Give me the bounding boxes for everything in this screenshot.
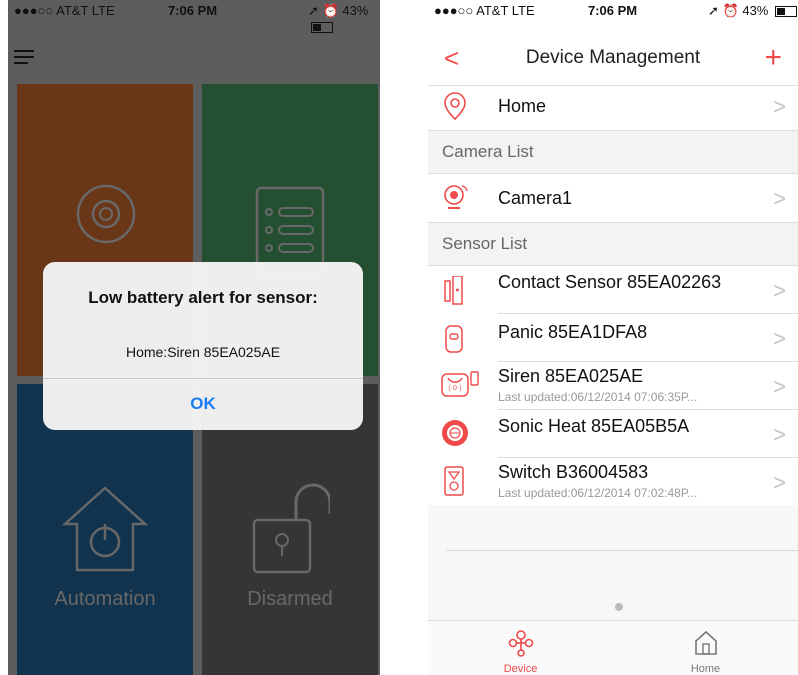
list-item[interactable]: Camera1 > — [428, 174, 798, 222]
tab-device-label: Device — [503, 663, 538, 675]
alert-message: Home:Siren 85EA025AE — [125, 344, 281, 360]
battery-percent: 43% — [742, 3, 769, 18]
chevron-right-icon: > — [773, 422, 786, 447]
battery-icon — [311, 22, 333, 34]
location-arrow-icon: ➚ — [708, 3, 719, 18]
list-item[interactable]: Contact Sensor 85EA02263 > — [428, 266, 798, 313]
alert-ok-button[interactable]: OK — [43, 378, 363, 430]
smoke-heat-detector-icon — [442, 420, 468, 446]
battery-status: ➚ ⏰ 43% — [708, 3, 797, 19]
sensor-name: Siren 85EA025AE — [498, 366, 644, 386]
tab-device[interactable]: Device — [428, 621, 613, 675]
svg-text:(·0·): (·0·) — [448, 385, 461, 392]
battery-status: ➚ ⏰ 43% — [308, 3, 380, 34]
camera-icon — [444, 185, 468, 209]
battery-icon — [775, 6, 797, 18]
chevron-right-icon: > — [773, 374, 786, 399]
siren-icon: (·0·) — [441, 371, 479, 397]
battery-percent: 43% — [342, 3, 369, 18]
home-screen: Automation Disarmed ●●●○○ AT&T LTE 7:06 … — [8, 0, 380, 675]
location-arrow-icon: ➚ — [308, 3, 319, 18]
smart-switch-icon — [444, 466, 464, 496]
home-row-label: Home — [498, 96, 547, 116]
low-battery-alert: Low battery alert for sensor: Home:Siren… — [43, 262, 363, 430]
sensor-name: Switch B36004583 — [498, 462, 649, 482]
add-device-button[interactable]: + — [764, 41, 782, 75]
row-divider — [446, 550, 798, 551]
carrier-text: ●●●○○ AT&T LTE — [14, 3, 115, 18]
last-updated-text: Last updated:06/12/2014 07:02:48P... — [498, 486, 698, 500]
alarm-icon: ⏰ — [322, 3, 339, 18]
clock-text: 7:06 PM — [168, 3, 218, 18]
last-updated-text: Last updated:06/12/2014 07:06:35P... — [498, 390, 698, 404]
camera-list-header: Camera List — [428, 130, 798, 174]
hamburger-menu-icon[interactable] — [14, 50, 34, 66]
sensor-name: Panic 85EA1DFA8 — [498, 322, 648, 342]
tab-bar: Device Home — [428, 620, 798, 675]
panic-button-icon — [445, 325, 463, 353]
sensor-list-title: Sensor List — [442, 234, 528, 253]
camera-list-title: Camera List — [442, 142, 534, 161]
empty-list-area — [428, 505, 798, 620]
status-bar: ●●●○○ AT&T LTE 7:06 PM ➚ ⏰ 43% — [428, 0, 798, 22]
location-pin-icon — [444, 92, 466, 121]
page-indicator-dot — [615, 603, 623, 611]
tab-home[interactable]: Home — [613, 621, 798, 675]
device-network-icon — [508, 630, 534, 657]
device-management-screen: ●●●○○ AT&T LTE 7:06 PM ➚ ⏰ 43% < Device … — [428, 0, 798, 675]
page-title: Device Management — [525, 47, 701, 68]
contact-sensor-icon — [444, 276, 463, 305]
tab-home-label: Home — [690, 663, 721, 675]
navigation-bar: < Device Management + — [428, 37, 798, 86]
chevron-right-icon: > — [773, 470, 786, 495]
chevron-right-icon: > — [773, 278, 786, 303]
list-item[interactable]: Switch B36004583 Last updated:06/12/2014… — [428, 458, 798, 505]
home-location-row[interactable]: Home > — [428, 86, 798, 130]
list-item[interactable]: Sonic Heat 85EA05B5A > — [428, 410, 798, 457]
alarm-icon: ⏰ — [722, 3, 739, 18]
list-item[interactable]: (·0·) Siren 85EA025AE Last updated:06/12… — [428, 362, 798, 409]
status-bar: ●●●○○ AT&T LTE 7:06 PM ➚ ⏰ 43% — [8, 0, 380, 34]
sensor-name: Contact Sensor 85EA02263 — [498, 272, 722, 292]
sensor-name: Sonic Heat 85EA05B5A — [498, 416, 690, 436]
chevron-right-icon: > — [773, 94, 786, 119]
alert-title: Low battery alert for sensor: — [88, 288, 318, 307]
carrier-text: ●●●○○ AT&T LTE — [434, 3, 535, 18]
sensor-list-header: Sensor List — [428, 222, 798, 266]
home-icon — [695, 630, 717, 655]
chevron-right-icon: > — [773, 186, 786, 211]
clock-text: 7:06 PM — [588, 3, 638, 18]
camera-name: Camera1 — [498, 188, 573, 208]
chevron-right-icon: > — [773, 326, 786, 351]
list-item[interactable]: Panic 85EA1DFA8 > — [428, 314, 798, 361]
